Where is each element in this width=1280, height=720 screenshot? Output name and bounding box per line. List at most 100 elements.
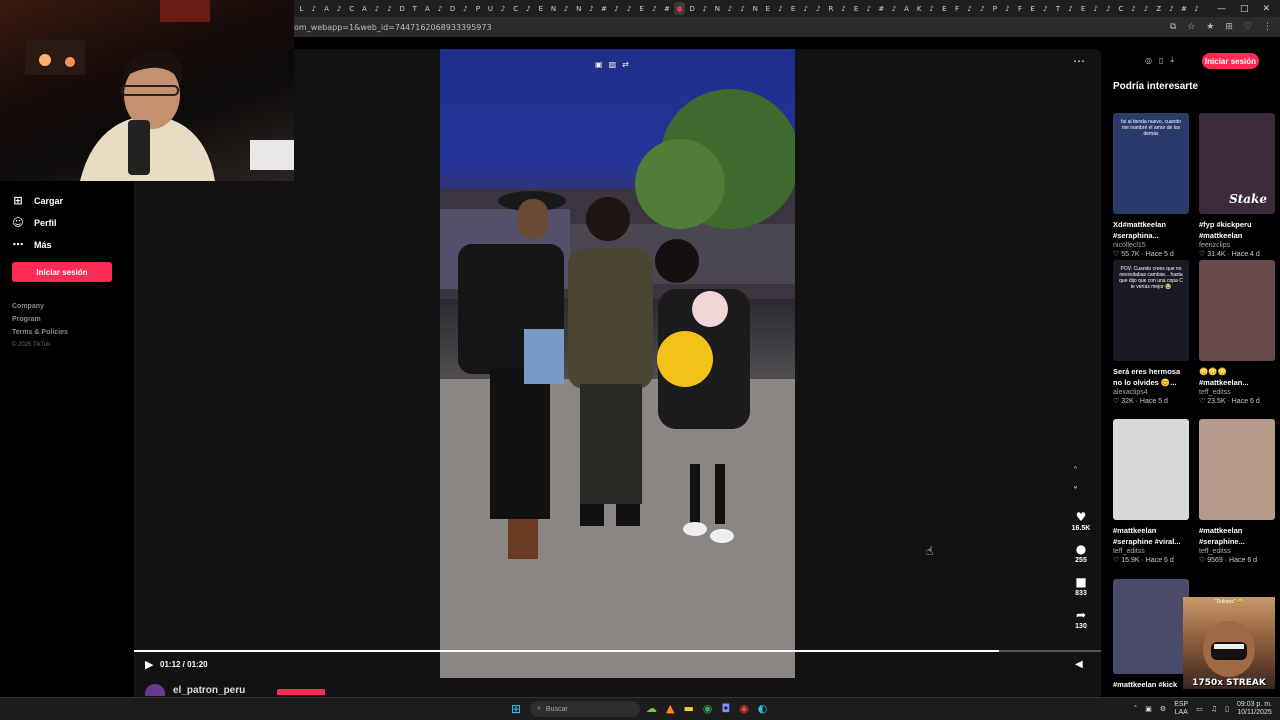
browser-tab[interactable]: T bbox=[1053, 2, 1064, 15]
card-title[interactable]: #mattkeelan #seraphine... bbox=[1199, 525, 1275, 547]
card-username[interactable]: teff_editss bbox=[1199, 389, 1275, 396]
widget-app-icon[interactable]: ☁ bbox=[646, 702, 657, 715]
browser-tab[interactable]: Z bbox=[1153, 2, 1164, 15]
display-icon[interactable]: ▭ bbox=[1196, 705, 1203, 713]
more-options-icon[interactable]: ⋯ bbox=[1073, 54, 1085, 68]
video-thumbnail[interactable]: Stake bbox=[1199, 113, 1275, 214]
browser-tab[interactable]: R bbox=[826, 2, 837, 15]
minimize-icon[interactable]: — bbox=[1217, 4, 1226, 14]
recommendation-card[interactable]: POV: Cuando crees que no necesitabas cam… bbox=[1113, 260, 1189, 405]
browser-tab[interactable]: ♪ bbox=[813, 2, 824, 15]
browser-tab[interactable]: E bbox=[536, 2, 547, 15]
browser-tab[interactable]: ♪ bbox=[1128, 2, 1139, 15]
browser-tab[interactable]: ♪ bbox=[1191, 2, 1202, 15]
card-title[interactable]: #mattkeelan #seraphine #viral... bbox=[1113, 525, 1189, 547]
recommendation-card[interactable]: #mattkeelan #seraphine #viral... teff_edi… bbox=[1113, 419, 1189, 564]
translate-icon[interactable]: ⇄ bbox=[622, 60, 629, 69]
browser-tab[interactable]: E bbox=[1078, 2, 1089, 15]
browser-tab[interactable]: L bbox=[296, 2, 307, 15]
next-video-icon[interactable]: ˅ bbox=[1073, 486, 1078, 497]
save-button[interactable]: ■ 833 bbox=[1066, 575, 1096, 597]
maximize-icon[interactable]: □ bbox=[1240, 4, 1249, 14]
browser-tab[interactable]: N bbox=[573, 2, 584, 15]
clock[interactable]: 09:03 p. m. 10/11/2025 bbox=[1237, 701, 1272, 717]
author-username[interactable]: el_patron_peru bbox=[173, 685, 245, 696]
browser-tab[interactable]: ♪ bbox=[863, 2, 874, 15]
image-icon[interactable]: ▣ bbox=[595, 60, 603, 69]
video-thumbnail[interactable] bbox=[1199, 419, 1275, 520]
browser-tab[interactable]: ♪ bbox=[775, 2, 786, 15]
browser-tab[interactable]: D bbox=[687, 2, 698, 15]
card-username[interactable]: alexaclips4 bbox=[1113, 389, 1189, 396]
browser-tab[interactable]: C bbox=[346, 2, 357, 15]
browser-tab[interactable]: ● bbox=[674, 2, 685, 15]
browser-tab[interactable]: K bbox=[914, 2, 925, 15]
video-thumbnail[interactable] bbox=[1113, 419, 1189, 520]
browser-tab[interactable]: E bbox=[763, 2, 774, 15]
browser-tab[interactable]: A bbox=[359, 2, 370, 15]
menu-icon[interactable]: ⋮ bbox=[1263, 22, 1272, 32]
tray-settings-icon[interactable]: ⚙ bbox=[1160, 705, 1166, 713]
browser-tab[interactable]: C bbox=[510, 2, 521, 15]
video-frame[interactable] bbox=[440, 49, 795, 678]
browser-tab[interactable]: ♪ bbox=[372, 2, 383, 15]
chrome-app-icon[interactable]: ◉ bbox=[703, 702, 713, 715]
browser-tab[interactable]: A bbox=[901, 2, 912, 15]
browser-tab[interactable]: ♪ bbox=[624, 2, 635, 15]
chrome-alt-app-icon[interactable]: ◉ bbox=[739, 702, 749, 715]
card-title[interactable]: #fyp #kickperu #mattkeelan bbox=[1199, 219, 1275, 241]
browser-tab[interactable]: C bbox=[1116, 2, 1127, 15]
battery-icon[interactable]: ▯ bbox=[1225, 705, 1229, 713]
author-info[interactable]: el_patron_peru bbox=[145, 684, 245, 696]
browser-tab[interactable]: ♪ bbox=[800, 2, 811, 15]
video-thumbnail[interactable] bbox=[1113, 579, 1189, 674]
volume-icon[interactable]: ◀ bbox=[1075, 659, 1083, 670]
header-login-button[interactable]: Iniciar sesión bbox=[1202, 53, 1259, 69]
browser-tab[interactable]: ♪ bbox=[460, 2, 471, 15]
browser-tab[interactable]: ♪ bbox=[586, 2, 597, 15]
card-title[interactable]: 😳😳😳 #mattkeelan... bbox=[1199, 366, 1275, 388]
play-icon[interactable]: ▶ bbox=[145, 658, 153, 671]
browser-tab[interactable]: E bbox=[788, 2, 799, 15]
browser-tab[interactable]: ♪ bbox=[737, 2, 748, 15]
browser-tab[interactable]: F bbox=[952, 2, 963, 15]
browser-tab[interactable]: ♪ bbox=[1166, 2, 1177, 15]
browser-tab[interactable]: N bbox=[750, 2, 761, 15]
browser-tab[interactable]: # bbox=[1179, 2, 1190, 15]
recommendation-card[interactable]: #mattkeelan #kick bbox=[1113, 579, 1189, 694]
folder-app-icon[interactable]: ▬ bbox=[683, 702, 693, 715]
recommendation-card[interactable]: 😳😳😳 #mattkeelan... teff_editss ♡ 23.5K · H… bbox=[1199, 260, 1275, 405]
edge-app-icon[interactable]: ◐ bbox=[758, 702, 768, 715]
close-icon[interactable]: ✕ bbox=[1262, 4, 1270, 14]
app-orange-app-icon[interactable]: ▲ bbox=[666, 702, 674, 715]
browser-tab[interactable]: # bbox=[876, 2, 887, 15]
browser-tab[interactable]: ♪ bbox=[649, 2, 660, 15]
footer-link-terms[interactable]: Terms & Policies bbox=[12, 329, 68, 342]
card-title[interactable]: Será eres hermosa no lo olvides 😊... bbox=[1113, 366, 1189, 388]
browser-tab[interactable]: N bbox=[548, 2, 559, 15]
browser-tab[interactable]: ♪ bbox=[700, 2, 711, 15]
taskbar-search[interactable]: ⌕ Buscar bbox=[530, 701, 640, 717]
browser-tab[interactable]: ♪ bbox=[435, 2, 446, 15]
url-field[interactable]: om_webapp=1&web_id=7447162068933395973 bbox=[294, 23, 492, 32]
browser-tab[interactable]: D bbox=[397, 2, 408, 15]
browser-tab[interactable]: E bbox=[636, 2, 647, 15]
browser-tab[interactable]: ♪ bbox=[309, 2, 320, 15]
sidebar-item-more[interactable]: ⋯ Más bbox=[12, 238, 52, 251]
video-thumbnail[interactable] bbox=[1199, 260, 1275, 361]
language-indicator[interactable]: ESP LAA bbox=[1174, 701, 1188, 717]
pip-icon[interactable]: ▨ bbox=[609, 60, 617, 69]
favorites-icon[interactable]: ★ bbox=[1206, 22, 1214, 32]
sidebar-item-profile[interactable]: ☺ Perfil bbox=[12, 216, 56, 229]
login-button[interactable]: Iniciar sesión bbox=[12, 262, 112, 282]
browser-tab[interactable]: ♪ bbox=[926, 2, 937, 15]
avatar[interactable] bbox=[145, 684, 165, 696]
browser-tab[interactable]: P bbox=[473, 2, 484, 15]
browser-tab[interactable]: T bbox=[409, 2, 420, 15]
progress-bar[interactable] bbox=[134, 650, 1101, 652]
volume-tray-icon[interactable]: ♫ bbox=[1211, 705, 1217, 713]
discord-app-icon[interactable]: ◘ bbox=[721, 702, 730, 715]
tray-overflow-icon[interactable]: ˄ bbox=[1134, 705, 1138, 713]
browser-tab[interactable]: A bbox=[422, 2, 433, 15]
browser-tab[interactable]: ♪ bbox=[1103, 2, 1114, 15]
